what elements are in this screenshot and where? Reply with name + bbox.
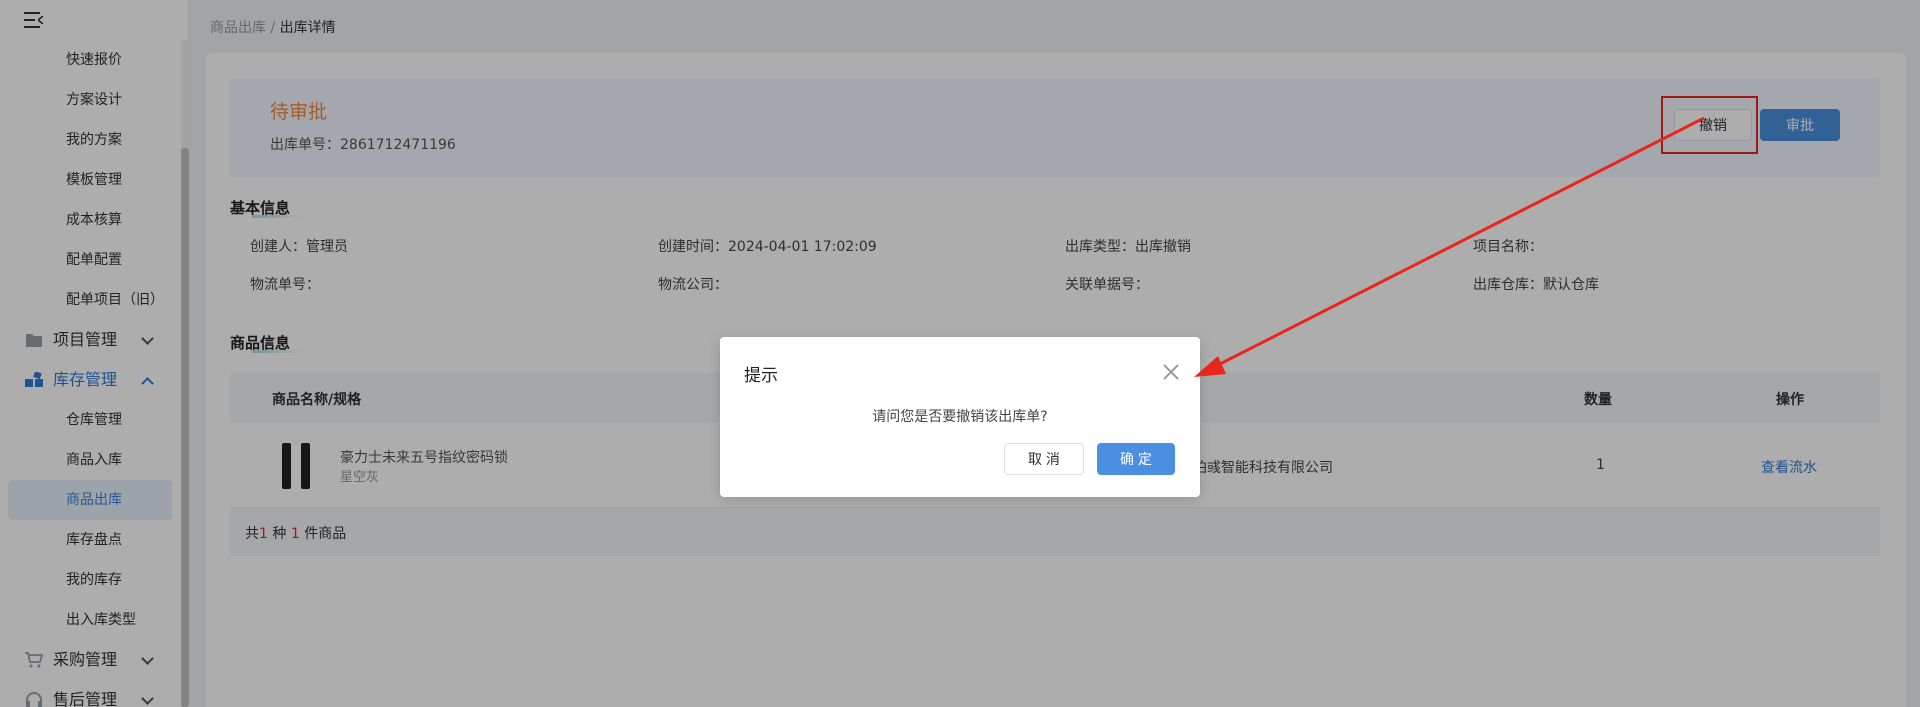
dialog-title: 提示: [744, 366, 778, 386]
confirm-button[interactable]: 确 定: [1097, 443, 1175, 475]
confirm-dialog: 提示 请问您是否要撤销该出库单? 取 消 确 定: [720, 337, 1200, 497]
cancel-button[interactable]: 取 消: [1004, 443, 1084, 475]
dialog-message: 请问您是否要撤销该出库单?: [872, 409, 1048, 425]
close-icon[interactable]: [1162, 363, 1180, 381]
